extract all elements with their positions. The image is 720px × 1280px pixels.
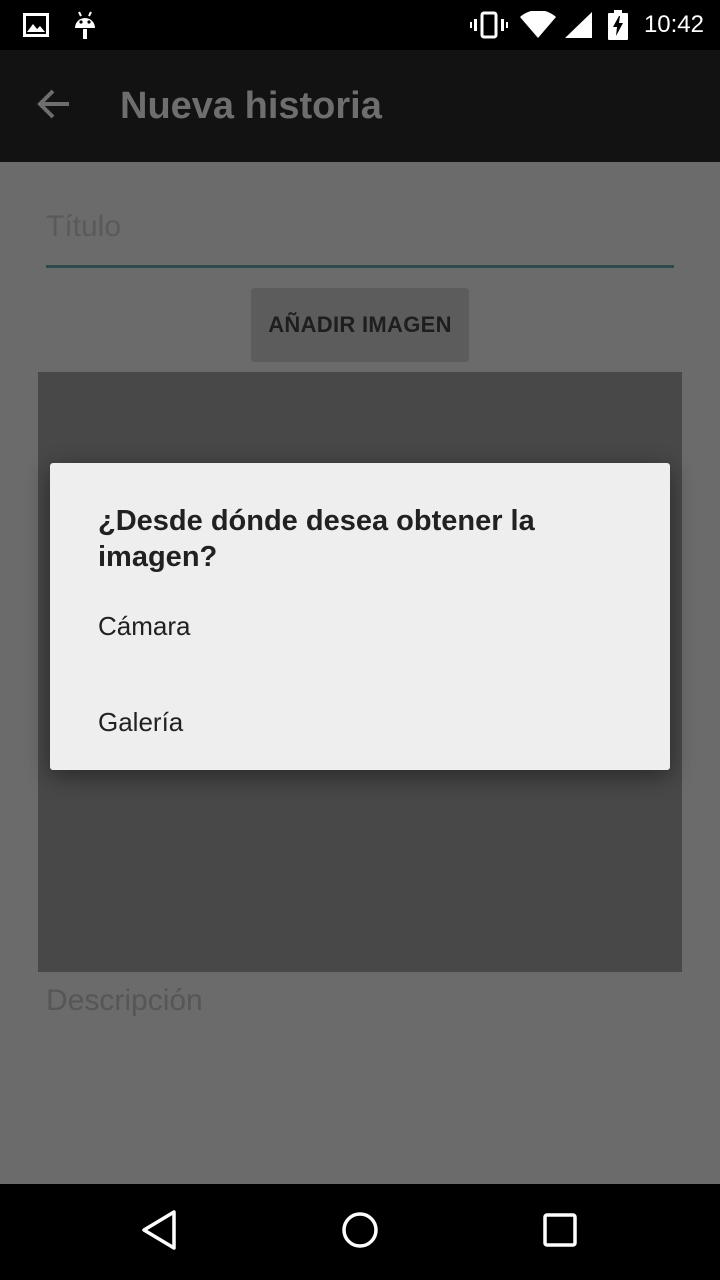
app-bar: Nueva historia: [0, 50, 720, 162]
description-placeholder: Descripción: [46, 984, 203, 1017]
description-input[interactable]: Descripción: [46, 984, 674, 1044]
vibrate-icon: [470, 10, 508, 40]
add-image-button-label: AÑADIR IMAGEN: [268, 312, 452, 337]
status-bar-time: 10:42: [643, 11, 704, 38]
back-button[interactable]: [20, 72, 88, 140]
back-triangle-icon: [140, 1209, 180, 1256]
dialog-option-gallery[interactable]: Galería: [50, 686, 670, 758]
nav-recents-button[interactable]: [530, 1202, 590, 1262]
add-image-button[interactable]: AÑADIR IMAGEN: [251, 288, 469, 362]
status-bar: 10:42: [0, 0, 720, 50]
home-circle-icon: [340, 1210, 380, 1255]
nav-home-button[interactable]: [330, 1202, 390, 1262]
cell-signal-icon: [562, 10, 594, 40]
arrow-back-icon: [36, 86, 72, 127]
title-input[interactable]: Título: [46, 196, 674, 268]
title-placeholder: Título: [46, 210, 122, 243]
navigation-bar: [0, 1184, 720, 1280]
image-notification-icon: [22, 10, 50, 40]
image-source-dialog: ¿Desde dónde desea obtener la imagen? Cá…: [50, 463, 670, 770]
dialog-title: ¿Desde dónde desea obtener la imagen?: [98, 505, 535, 573]
page-title: Nueva historia: [120, 85, 382, 127]
dialog-option-camera[interactable]: Cámara: [50, 590, 670, 662]
battery-charging-icon: [606, 10, 630, 40]
title-input-underline: [46, 265, 674, 268]
recents-square-icon: [542, 1212, 578, 1253]
nav-back-button[interactable]: [130, 1202, 190, 1262]
android-notification-icon: [70, 10, 100, 40]
wifi-icon: [518, 10, 558, 40]
